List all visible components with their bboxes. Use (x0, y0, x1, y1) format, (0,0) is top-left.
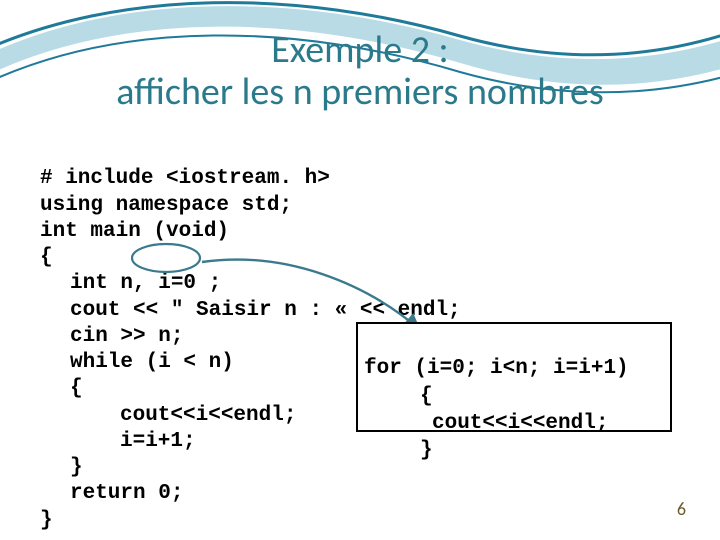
title-line-2: afficher les n premiers nombres (0, 72, 720, 114)
code-line: { (40, 246, 53, 269)
code-fragment: ; (209, 272, 222, 295)
code-line: { (70, 377, 83, 400)
for-loop-box: for (i=0; i<n; i=i+1) { cout<<i<<endl; } (356, 322, 672, 432)
code-line: while (i < n) (70, 351, 234, 374)
code-line: return 0; (70, 482, 183, 505)
code-line: cout<<i<<endl; (120, 404, 296, 427)
for-line: } (420, 439, 433, 462)
code-line: # include <iostream. h> (40, 167, 330, 190)
slide: Exemple 2 : afficher les n premiers nomb… (0, 0, 720, 540)
code-line: i=i+1; (120, 430, 196, 453)
for-line: cout<<i<<endl; (432, 412, 608, 435)
code-line: cin >> n; (70, 325, 183, 348)
for-line: for (i=0; i<n; i=i+1) (364, 357, 629, 380)
code-line: } (40, 509, 53, 532)
highlight-oval (132, 244, 202, 274)
code-line: using namespace std; (40, 194, 292, 217)
code-line: } (70, 456, 83, 479)
code-line: cout << " Saisir n : « << endl; (70, 299, 461, 322)
title-line-1: Exemple 2 : (0, 30, 720, 72)
for-line: { (420, 385, 433, 408)
slide-title: Exemple 2 : afficher les n premiers nomb… (0, 30, 720, 114)
page-number: 6 (677, 498, 686, 520)
